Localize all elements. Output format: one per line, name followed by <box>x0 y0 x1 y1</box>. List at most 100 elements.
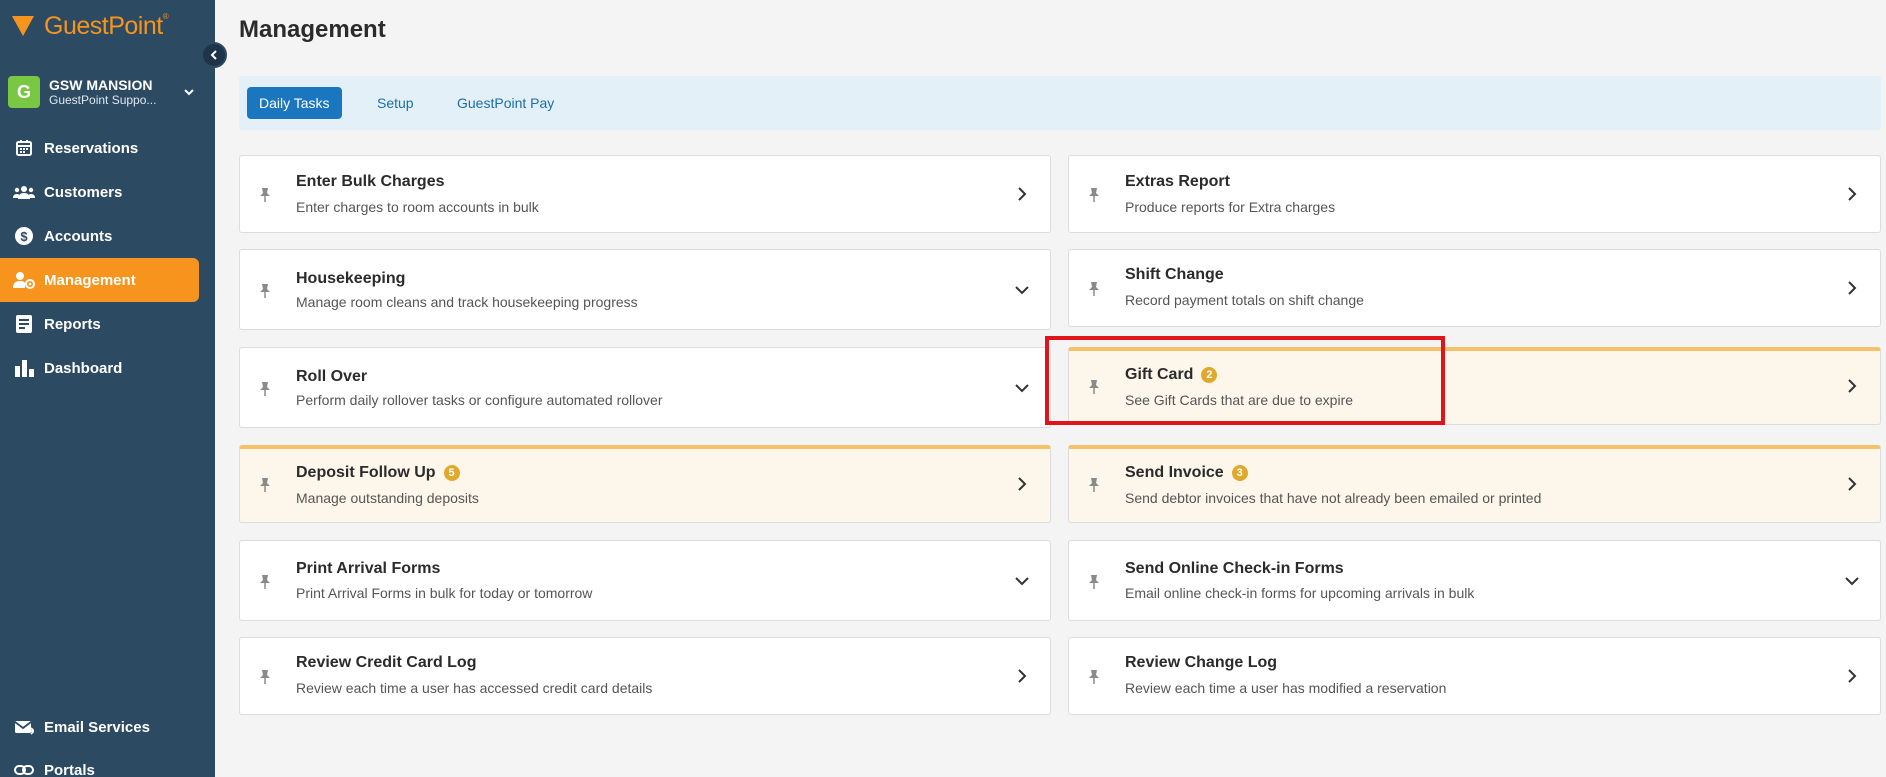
property-name: GSW MANSION <box>49 77 153 93</box>
task-card-review-credit-card-log[interactable]: Review Credit Card Log Review each time … <box>239 637 1051 715</box>
card-description: See Gift Cards that are due to expire <box>1125 392 1354 408</box>
tab-daily-tasks[interactable]: Daily Tasks <box>247 87 342 119</box>
sidebar-item-customers[interactable]: Customers <box>0 170 199 214</box>
card-title: Gift Card 2 <box>1125 366 1218 384</box>
pin-icon[interactable] <box>258 574 272 590</box>
dollar-icon: $ <box>13 225 35 247</box>
card-description: Manage outstanding deposits <box>296 490 479 506</box>
card-title: Shift Change <box>1125 266 1224 283</box>
chevron-down-icon <box>1015 286 1029 295</box>
task-card-review-change-log[interactable]: Review Change Log Review each time a use… <box>1068 637 1881 715</box>
card-title: Review Change Log <box>1125 654 1278 671</box>
task-card-roll-over[interactable]: Roll Over Perform daily rollover tasks o… <box>239 347 1051 428</box>
guestpoint-logo[interactable]: GuestPoint® <box>10 10 169 42</box>
sidebar-item-label: Customers <box>44 183 123 201</box>
card-title: Extras Report <box>1125 173 1230 190</box>
task-card-print-arrival-forms[interactable]: Print Arrival Forms Print Arrival Forms … <box>239 540 1051 621</box>
report-icon <box>13 313 35 335</box>
sidebar-item-accounts[interactable]: $ Accounts <box>0 214 199 258</box>
task-card-shift-change[interactable]: Shift Change Record payment totals on sh… <box>1068 249 1881 327</box>
task-card-enter-bulk-charges[interactable]: Enter Bulk Charges Enter charges to room… <box>239 155 1051 233</box>
chevron-right-icon <box>1018 187 1027 201</box>
chevron-down-icon <box>1015 577 1029 586</box>
property-subtitle: GuestPoint Suppo... <box>49 93 157 107</box>
task-card-housekeeping[interactable]: Housekeeping Manage room cleans and trac… <box>239 249 1051 330</box>
task-card-gift-card[interactable]: Gift Card 2 See Gift Cards that are due t… <box>1068 347 1881 425</box>
pin-icon[interactable] <box>258 283 272 299</box>
chevron-down-icon <box>1015 384 1029 393</box>
sidebar-item-reports[interactable]: Reports <box>0 302 199 346</box>
task-card-send-invoice[interactable]: Send Invoice 3 Send debtor invoices that … <box>1068 445 1881 523</box>
mail-icon <box>13 716 35 738</box>
card-title: Send Online Check-in Forms <box>1125 560 1344 577</box>
tab-bar: Daily Tasks Setup GuestPoint Pay <box>239 76 1881 130</box>
count-badge: 5 <box>443 465 460 481</box>
sidebar-item-email-services[interactable]: Email Services <box>0 705 199 749</box>
logo-text: GuestPoint® <box>44 11 169 40</box>
card-title: Print Arrival Forms <box>296 560 441 577</box>
page-title: Management <box>239 16 386 43</box>
task-card-extras-report[interactable]: Extras Report Produce reports for Extra … <box>1068 155 1881 233</box>
card-title: Review Credit Card Log <box>296 654 477 671</box>
card-title: Roll Over <box>296 368 368 385</box>
sidebar-item-management[interactable]: Management <box>0 258 199 302</box>
card-title: Send Invoice 3 <box>1125 464 1248 482</box>
property-switcher[interactable]: G GSW MANSION GuestPoint Suppo... <box>8 74 208 110</box>
chevron-right-icon <box>1018 669 1027 683</box>
card-description: Email online check-in forms for upcoming… <box>1125 585 1475 601</box>
card-description: Review each time a user has accessed cre… <box>296 680 653 696</box>
pin-icon[interactable] <box>1087 669 1101 685</box>
sidebar-item-label: Reports <box>44 315 101 333</box>
sidebar-item-label: Management <box>44 271 136 289</box>
svg-text:$: $ <box>20 229 28 244</box>
chevron-down-icon <box>184 89 194 96</box>
task-card-deposit-follow-up[interactable]: Deposit Follow Up 5 Manage outstanding de… <box>239 445 1051 523</box>
user-gear-icon <box>13 269 35 291</box>
chevron-right-icon <box>1848 187 1857 201</box>
pin-icon[interactable] <box>1087 281 1101 297</box>
card-title: Deposit Follow Up 5 <box>296 464 460 482</box>
collapse-sidebar-button[interactable] <box>201 42 227 68</box>
count-badge: 3 <box>1231 465 1248 481</box>
pin-icon[interactable] <box>1087 477 1101 493</box>
card-description: Send debtor invoices that have not alrea… <box>1125 490 1542 506</box>
card-title: Housekeeping <box>296 270 406 287</box>
card-title: Enter Bulk Charges <box>296 173 445 190</box>
pin-icon[interactable] <box>1087 379 1101 395</box>
sidebar-item-portals[interactable]: Portals <box>0 748 199 777</box>
pin-icon[interactable] <box>1087 574 1101 590</box>
bar-chart-icon <box>13 357 35 379</box>
chevron-down-icon <box>1845 577 1859 586</box>
sidebar-item-label: Dashboard <box>44 359 123 377</box>
chevron-right-icon <box>1848 379 1857 393</box>
task-card-send-online-check-in-forms[interactable]: Send Online Check-in Forms Email online … <box>1068 540 1881 621</box>
card-description: Review each time a user has modified a r… <box>1125 680 1447 696</box>
sidebar-item-dashboard[interactable]: Dashboard <box>0 346 199 390</box>
count-badge: 2 <box>1201 367 1218 383</box>
chevron-right-icon <box>1848 669 1857 683</box>
chevron-right-icon <box>1018 477 1027 491</box>
users-icon <box>13 181 35 203</box>
tab-guestpoint-pay[interactable]: GuestPoint Pay <box>445 87 566 119</box>
card-description: Produce reports for Extra charges <box>1125 199 1336 215</box>
pin-icon[interactable] <box>258 381 272 397</box>
pin-icon[interactable] <box>258 187 272 203</box>
card-description: Manage room cleans and track housekeepin… <box>296 294 638 310</box>
property-avatar: G <box>8 76 40 108</box>
card-description: Enter charges to room accounts in bulk <box>296 199 539 215</box>
calendar-icon <box>13 137 35 159</box>
card-description: Perform daily rollover tasks or configur… <box>296 392 663 408</box>
card-description: Print Arrival Forms in bulk for today or… <box>296 585 593 601</box>
card-description: Record payment totals on shift change <box>1125 292 1364 308</box>
logo-triangle-icon <box>12 16 34 36</box>
pin-icon[interactable] <box>1087 187 1101 203</box>
sidebar-item-label: Accounts <box>44 227 113 245</box>
tab-setup[interactable]: Setup <box>365 87 426 119</box>
pin-icon[interactable] <box>258 669 272 685</box>
chevron-left-icon <box>210 50 217 60</box>
pin-icon[interactable] <box>258 477 272 493</box>
sidebar-item-reservations[interactable]: Reservations <box>0 126 199 170</box>
sidebar-item-label: Email Services <box>44 718 150 736</box>
sidebar: GuestPoint® G GSW MANSION GuestPoint Sup… <box>0 0 215 777</box>
chevron-right-icon <box>1848 281 1857 295</box>
